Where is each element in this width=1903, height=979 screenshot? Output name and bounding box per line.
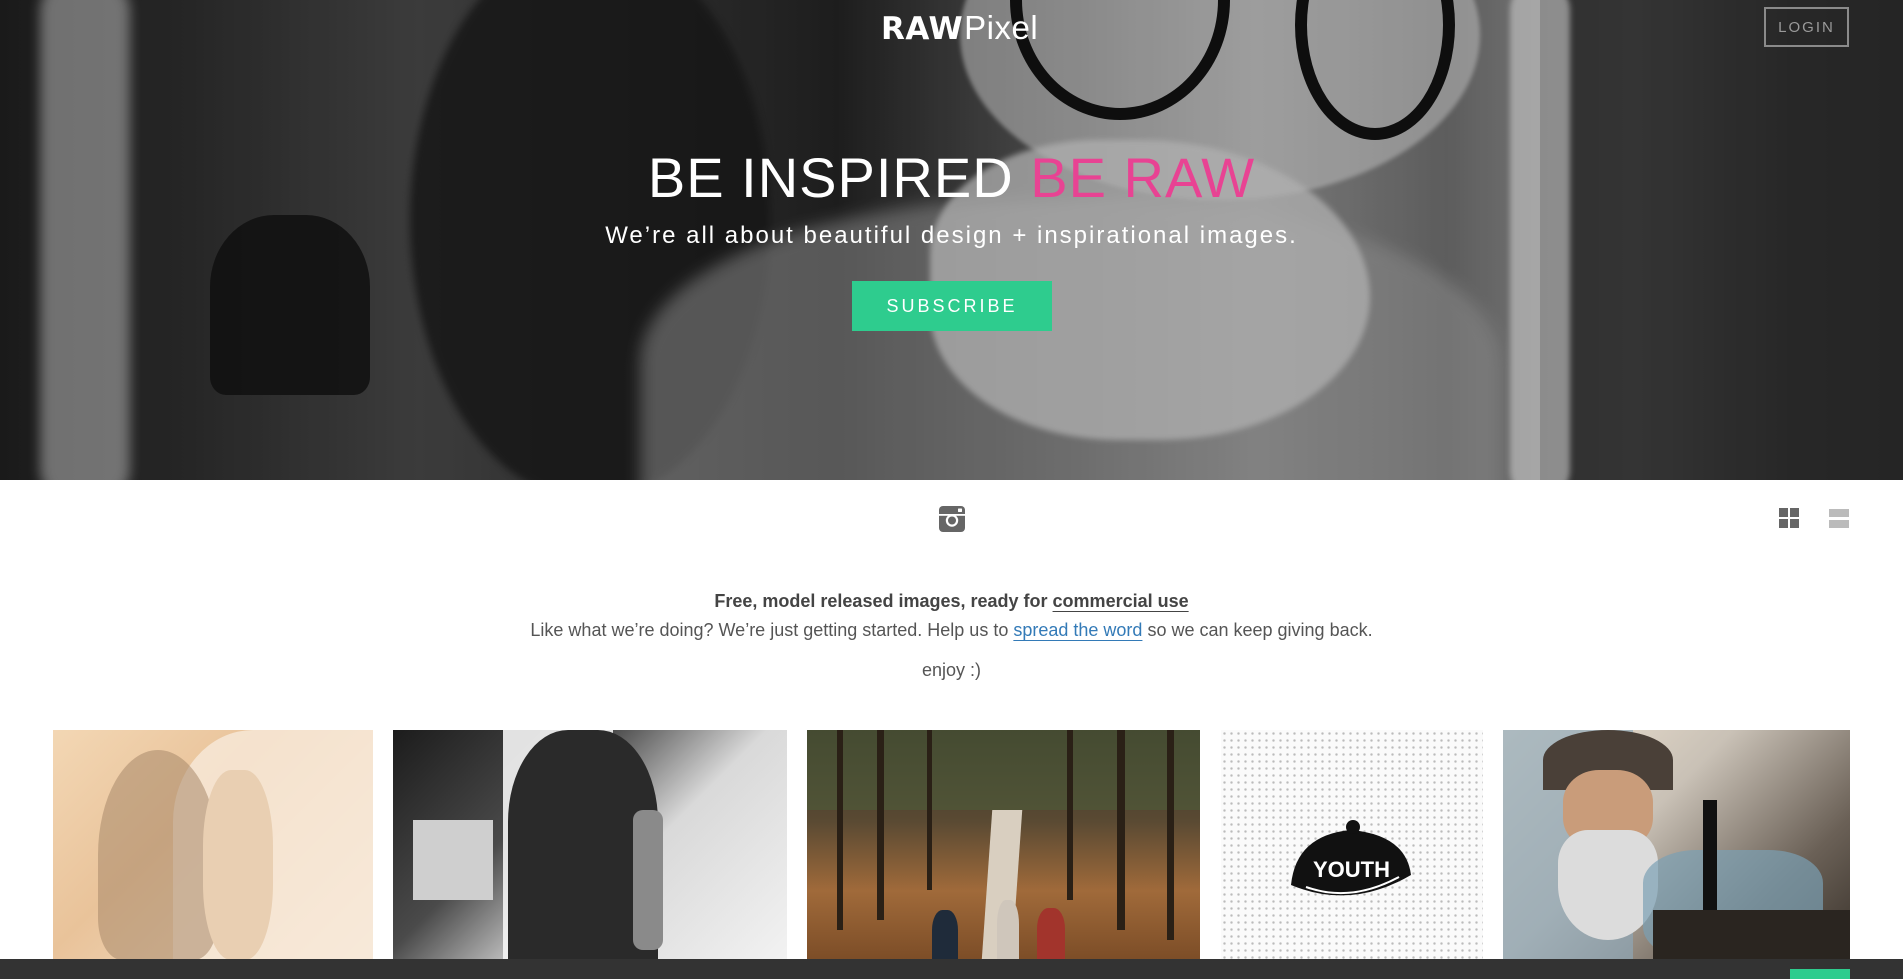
intro-line-1: Free, model released images, ready for c…: [0, 591, 1903, 612]
gallery-image-forest-path[interactable]: [807, 730, 1200, 960]
spread-the-word-link[interactable]: spread the word: [1013, 620, 1142, 640]
hero-title-accent: BE RAW: [1030, 146, 1256, 209]
gallery-image-saxophone-player[interactable]: [393, 730, 787, 960]
intro-text-after: so we can keep giving back.: [1147, 620, 1373, 640]
gallery-image-woman-flowers[interactable]: [53, 730, 373, 960]
hero-subtitle: We’re all about beautiful design + inspi…: [605, 222, 1298, 249]
logo-raw-text: RAW: [881, 11, 964, 47]
intro-bold-text: Free, model released images, ready for: [714, 591, 1048, 611]
bottom-bar: [0, 959, 1903, 979]
hero-title: BE INSPIRED BE RAW: [0, 145, 1903, 210]
intro-text-before: Like what we’re doing? We’re just gettin…: [530, 620, 1009, 640]
svg-text:YOUTH: YOUTH: [1313, 857, 1390, 882]
instagram-icon[interactable]: [938, 505, 966, 533]
site-logo[interactable]: RAW Pixel: [881, 9, 1038, 49]
commercial-use-link[interactable]: commercial use: [1053, 591, 1189, 611]
hero-banner: RAW Pixel LOGIN BE INSPIRED BE RAW We’re…: [0, 0, 1903, 480]
gallery-image-bearded-craftsman[interactable]: [1503, 730, 1850, 960]
intro-line-2: Like what we’re doing? We’re just gettin…: [0, 620, 1903, 641]
enjoy-text: enjoy :): [921, 660, 982, 680]
hero-title-white: BE INSPIRED: [647, 146, 1014, 209]
subscribe-button[interactable]: SUBSCRIBE: [852, 281, 1052, 331]
grid-view-icon[interactable]: [1778, 507, 1800, 529]
bottom-action-button[interactable]: [1790, 969, 1850, 979]
list-view-icon[interactable]: [1828, 507, 1850, 529]
cap-illustration: YOUTH: [1291, 820, 1411, 896]
login-button[interactable]: LOGIN: [1764, 7, 1849, 47]
logo-pixel-text: Pixel: [964, 9, 1039, 46]
gallery-image-youth-cap[interactable]: YOUTH: [1221, 730, 1483, 960]
